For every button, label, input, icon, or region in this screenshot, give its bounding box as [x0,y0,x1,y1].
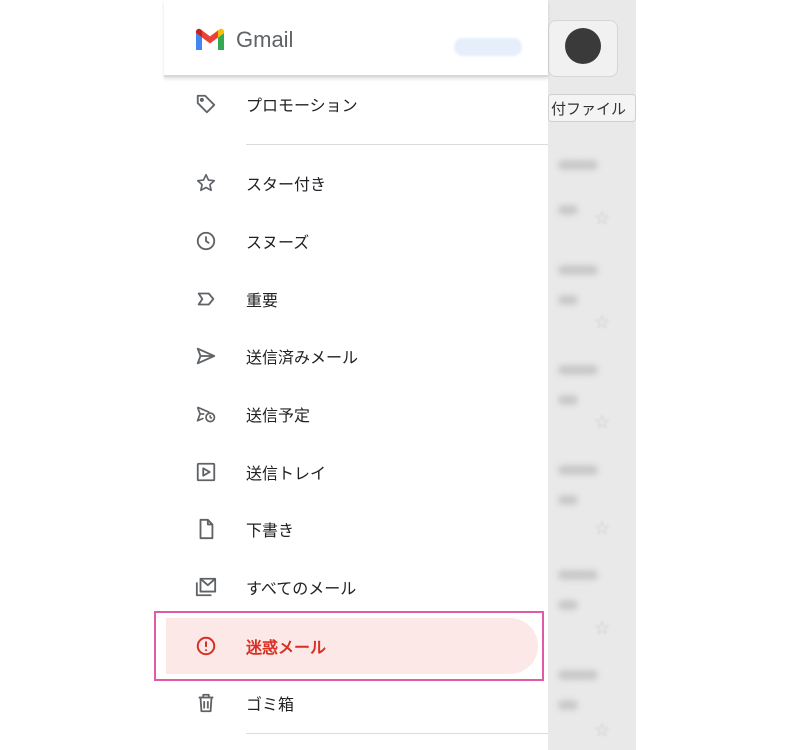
drawer-item-drafts[interactable]: 下書き [164,501,548,557]
star-icon [195,172,217,194]
drawer-divider [246,733,548,734]
important-icon [195,288,217,310]
trash-icon [195,692,217,714]
selected-item-background [166,618,538,674]
background-star-icon: ☆ [594,208,611,229]
background-avatar [565,28,601,64]
drawer-item-trash[interactable]: ゴミ箱 [164,675,548,731]
drawer-item-snoozed[interactable]: スヌーズ [164,213,548,269]
app-brand-name: Gmail [236,27,294,52]
drawer-item-label: 送信予定 [246,406,311,425]
background-star-icon: ☆ [594,312,611,333]
drawer-item-all-mail[interactable]: すべてのメール [164,559,548,615]
drawer-item-label: 下書き [246,521,295,540]
drawer-header: Gmail [164,0,548,77]
drawer-divider [246,144,548,145]
send-icon [195,345,217,367]
draft-icon [195,518,217,540]
drawer-item-label: スヌーズ [246,233,310,252]
all-mail-icon [195,576,217,598]
drawer-item-label: プロモーション [246,96,358,115]
drawer-item-label: スター付き [246,175,327,194]
tag-icon [195,93,217,115]
navigation-drawer: Gmail プロモーション スター付き スヌーズ 重要 送信済みメール 送信予定… [164,0,548,750]
background-star-icon: ☆ [594,518,611,539]
background-star-icon: ☆ [594,618,611,639]
drawer-item-spam[interactable]: 迷惑メール [166,618,538,674]
gmail-logo-icon [194,28,226,56]
background-ghost-chip [454,38,522,56]
drawer-item-starred[interactable]: スター付き [164,155,548,211]
drawer-item-sent[interactable]: 送信済みメール [164,328,548,384]
background-star-icon: ☆ [594,720,611,741]
drawer-item-outbox[interactable]: 送信トレイ [164,444,548,500]
drawer-item-label: 送信トレイ [246,464,327,483]
drawer-item-important[interactable]: 重要 [164,271,548,327]
clock-icon [195,230,217,252]
background-ghost-text [299,36,327,54]
scheduled-send-icon [195,403,217,425]
background-star-icon: ☆ [594,412,611,433]
drawer-item-promotions[interactable]: プロモーション [164,76,548,132]
drawer-item-label: 送信済みメール [246,348,359,367]
drawer-item-label: 重要 [246,291,279,310]
spam-icon [195,635,217,657]
outbox-icon [195,461,217,483]
drawer-item-label: ゴミ箱 [246,695,295,714]
drawer-item-label: 迷惑メール [246,638,327,657]
background-attachment-chip: 付ファイル [548,94,636,122]
drawer-item-label: すべてのメール [246,579,357,598]
drawer-item-scheduled[interactable]: 送信予定 [164,386,548,442]
